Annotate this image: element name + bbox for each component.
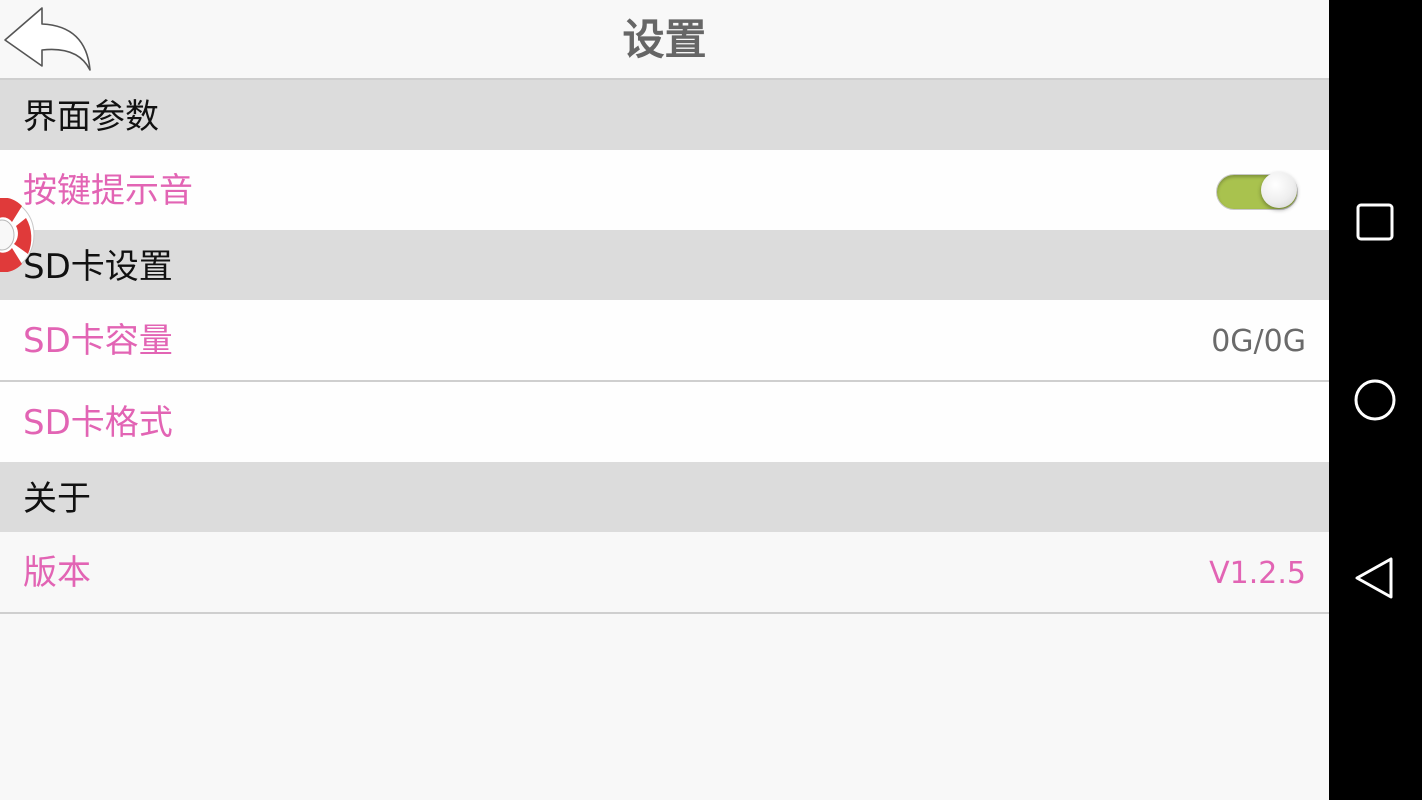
recent-apps-button[interactable] xyxy=(1349,196,1401,248)
row-label: SD卡格式 xyxy=(23,403,173,443)
toggle-knob xyxy=(1261,172,1297,208)
system-nav-bar xyxy=(1329,0,1422,800)
row-sd-capacity[interactable]: SD卡容量 0G/0G xyxy=(0,300,1329,382)
row-key-sound[interactable]: 按键提示音 xyxy=(0,150,1329,230)
floating-assist-button[interactable] xyxy=(0,197,44,273)
settings-screen: 设置 界面参数 按键提示音 SD卡设置 SD卡容量 0G/0G SD卡格式 关于… xyxy=(0,0,1329,800)
title-bar: 设置 xyxy=(0,0,1329,80)
section-sd-card: SD卡设置 xyxy=(0,230,1329,300)
row-sd-format[interactable]: SD卡格式 xyxy=(0,382,1329,462)
section-interface-params: 界面参数 xyxy=(0,80,1329,150)
page-title: 设置 xyxy=(622,15,707,64)
row-label: 按键提示音 xyxy=(23,171,193,211)
key-sound-toggle[interactable] xyxy=(1214,170,1300,212)
row-label: 版本 xyxy=(23,553,91,593)
version-value: V1.2.5 xyxy=(1209,556,1306,591)
home-icon xyxy=(1354,379,1396,421)
back-arrow-icon xyxy=(4,7,91,71)
back-nav-button[interactable] xyxy=(1349,552,1401,604)
recent-apps-icon xyxy=(1356,203,1394,241)
back-button[interactable] xyxy=(2,4,94,72)
section-about: 关于 xyxy=(0,462,1329,532)
life-ring-icon xyxy=(0,197,35,273)
sd-capacity-value: 0G/0G xyxy=(1211,324,1306,359)
home-button[interactable] xyxy=(1349,374,1401,426)
section-title: 界面参数 xyxy=(23,97,159,137)
section-title: 关于 xyxy=(23,479,91,519)
row-version[interactable]: 版本 V1.2.5 xyxy=(0,532,1329,614)
section-title: SD卡设置 xyxy=(23,247,173,287)
row-label: SD卡容量 xyxy=(23,321,173,361)
back-icon xyxy=(1355,557,1393,599)
